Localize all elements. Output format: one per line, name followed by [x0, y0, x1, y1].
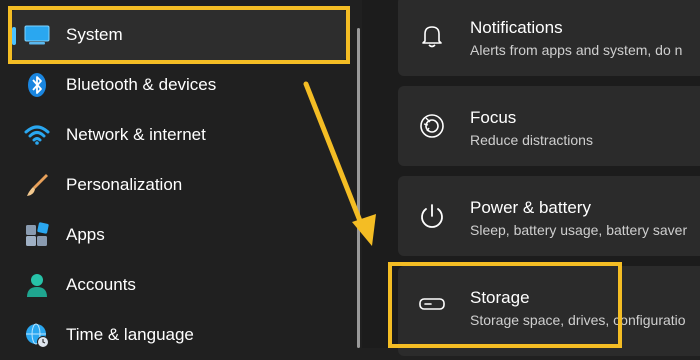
pointer-arrow — [303, 81, 376, 246]
